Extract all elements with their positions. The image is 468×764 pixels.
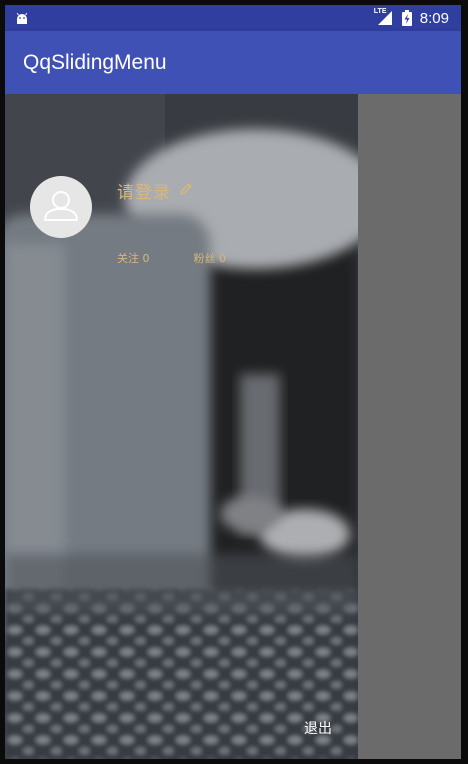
status-right: LTE 8:09: [374, 5, 449, 31]
app-bar: QqSlidingMenu: [5, 31, 461, 94]
device-frame: LTE 8:09 QqSlidingMenu 请登录 关注 0 粉丝 0 退出: [0, 0, 468, 764]
follow-count: 0: [142, 252, 150, 265]
battery-charging-icon: [401, 10, 412, 26]
avatar[interactable]: [30, 176, 92, 238]
fans-label: 粉丝: [193, 252, 216, 265]
fans-count: 0: [219, 252, 226, 265]
main-content-dimmed[interactable]: [358, 94, 461, 759]
stats-row: 关注 0 粉丝 0: [117, 250, 226, 266]
status-time: 8:09: [419, 9, 449, 27]
app-title: QqSlidingMenu: [23, 51, 167, 74]
sliding-menu: 请登录 关注 0 粉丝 0 退出: [5, 94, 358, 759]
lte-signal-icon: LTE: [374, 8, 394, 26]
logout-button[interactable]: 退出: [304, 718, 332, 738]
follow-label: 关注: [117, 252, 139, 265]
pencil-icon[interactable]: [179, 181, 193, 200]
login-text[interactable]: 请登录: [117, 178, 171, 203]
follow-stat[interactable]: 关注 0: [117, 250, 150, 266]
user-icon: [43, 191, 79, 221]
status-bar: LTE 8:09: [5, 5, 461, 31]
screen: LTE 8:09 QqSlidingMenu 请登录 关注 0 粉丝 0 退出: [5, 5, 461, 759]
fans-stat[interactable]: 粉丝 0: [194, 250, 227, 266]
android-icon: [15, 11, 29, 25]
login-row[interactable]: 请登录: [117, 178, 193, 203]
